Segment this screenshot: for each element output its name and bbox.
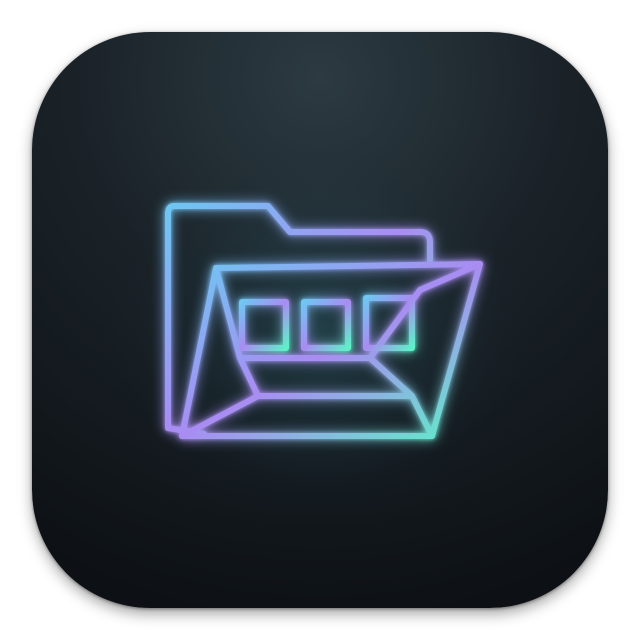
app-icon-tile[interactable] xyxy=(32,32,608,608)
canvas xyxy=(0,0,640,640)
app-icon-graphic xyxy=(32,32,608,608)
